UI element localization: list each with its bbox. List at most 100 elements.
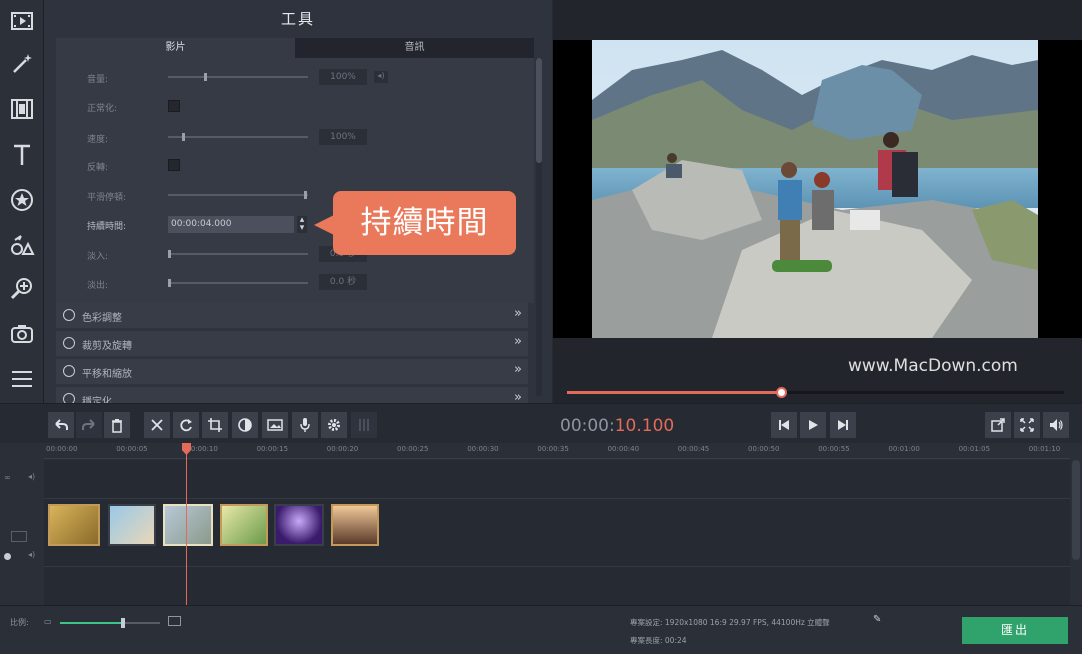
zoom-out-icon[interactable]: ▭ bbox=[44, 617, 52, 626]
project-length: 專案長度: 00:24 bbox=[630, 636, 687, 645]
timeline: ∞ ◂) ◂) 00:00:00 00:00:05 00:00:10 00:00:15… bbox=[0, 443, 1082, 605]
section-radio-icon bbox=[63, 309, 75, 321]
fade-in-slider-knob[interactable] bbox=[168, 250, 171, 258]
section-label: 裁剪及旋轉 bbox=[82, 341, 132, 352]
tab-video[interactable]: 影片 bbox=[56, 38, 295, 58]
zoom-slider-knob[interactable] bbox=[121, 618, 125, 628]
record-audio-button[interactable] bbox=[292, 412, 318, 438]
section-stabilize[interactable]: 穩定化 » bbox=[56, 387, 528, 403]
ripple-slider[interactable] bbox=[168, 191, 308, 199]
speed-slider[interactable] bbox=[168, 133, 308, 141]
text-icon[interactable] bbox=[3, 136, 41, 174]
timeline-clip[interactable] bbox=[48, 504, 100, 546]
ruler-tick-label: 00:00:40 bbox=[607, 445, 640, 453]
delete-button[interactable] bbox=[104, 412, 130, 438]
fullscreen-button[interactable] bbox=[1014, 412, 1040, 438]
zoom-slider[interactable] bbox=[60, 618, 160, 628]
section-color-adjust[interactable]: 色彩調整 » bbox=[56, 303, 528, 328]
play-icon bbox=[809, 420, 818, 430]
undo-button[interactable] bbox=[48, 412, 74, 438]
chevron-down-icon[interactable]: ▾ bbox=[297, 224, 307, 233]
ruler-tick-label: 00:00:20 bbox=[326, 445, 359, 453]
tab-bar: 影片 音訊 bbox=[56, 38, 534, 58]
speed-slider-knob[interactable] bbox=[182, 133, 185, 141]
play-button[interactable] bbox=[800, 412, 826, 438]
double-chevron-icon: » bbox=[514, 334, 522, 349]
cut-button[interactable] bbox=[144, 412, 170, 438]
fade-out-value[interactable]: 0.0 秒 bbox=[319, 274, 367, 290]
menu-icon[interactable] bbox=[3, 360, 41, 398]
fade-out-slider-knob[interactable] bbox=[168, 279, 171, 287]
double-chevron-icon: » bbox=[514, 362, 522, 377]
panel-scrollbar[interactable] bbox=[536, 58, 542, 396]
camera-icon[interactable] bbox=[3, 315, 41, 353]
duration-label: 持續時間: bbox=[87, 222, 127, 232]
redo-button[interactable] bbox=[76, 412, 102, 438]
magic-wand-icon[interactable] bbox=[3, 45, 41, 83]
timeline-clip[interactable] bbox=[108, 504, 156, 546]
pencil-icon[interactable]: ✎ bbox=[873, 614, 881, 625]
bottom-bar: 比例: ▭ 專案設定: 1920x1080 16:9 29.97 FPS, 44… bbox=[0, 605, 1082, 654]
preview-area: www.MacDown.com bbox=[553, 0, 1082, 403]
speed-value[interactable]: 100% bbox=[319, 129, 367, 145]
link-icon[interactable]: ∞ bbox=[4, 473, 11, 482]
video-track-icon[interactable] bbox=[11, 531, 27, 542]
fade-in-slider[interactable] bbox=[168, 250, 308, 258]
track-mute-icon[interactable]: ◂) bbox=[28, 550, 35, 559]
zoom-in-icon[interactable] bbox=[168, 616, 181, 626]
reverse-checkbox[interactable] bbox=[168, 159, 180, 171]
track-speaker-icon[interactable]: ◂) bbox=[28, 472, 35, 481]
track-separator bbox=[44, 498, 1070, 499]
color-adjust-button[interactable] bbox=[232, 412, 258, 438]
fullscreen-icon bbox=[1020, 418, 1034, 432]
tab-audio[interactable]: 音訊 bbox=[295, 38, 534, 58]
timeline-clip[interactable] bbox=[331, 504, 379, 546]
volume-button[interactable] bbox=[1043, 412, 1069, 438]
ruler-tick-label: 00:00:10 bbox=[186, 445, 218, 453]
settings-button[interactable] bbox=[321, 412, 347, 438]
image-button[interactable] bbox=[262, 412, 288, 438]
import-media-icon[interactable] bbox=[3, 2, 41, 40]
volume-label: 音量: bbox=[87, 75, 109, 85]
preview-player[interactable]: www.MacDown.com bbox=[553, 40, 1082, 376]
duration-field[interactable]: 00:00:04.000 bbox=[168, 216, 294, 233]
section-pan-zoom[interactable]: 平移和縮放 » bbox=[56, 359, 528, 384]
next-frame-button[interactable] bbox=[830, 412, 856, 438]
export-button[interactable]: 匯出 bbox=[962, 617, 1068, 644]
skip-back-icon bbox=[779, 420, 789, 430]
volume-value[interactable]: 100% bbox=[319, 69, 367, 85]
timeline-clip[interactable] bbox=[274, 504, 324, 546]
playhead[interactable] bbox=[186, 443, 187, 605]
sticker-icon[interactable] bbox=[3, 181, 41, 219]
speaker-icon bbox=[1050, 419, 1063, 431]
section-label: 平移和縮放 bbox=[82, 369, 132, 380]
timeline-ruler[interactable]: 00:00:00 00:00:05 00:00:10 00:00:15 00:00:20… bbox=[44, 443, 1070, 459]
preview-scrubber[interactable] bbox=[567, 387, 1064, 398]
section-crop-rotate[interactable]: 裁剪及旋轉 » bbox=[56, 331, 528, 356]
equalizer-button[interactable] bbox=[351, 412, 377, 438]
duration-stepper[interactable]: ▴ ▾ bbox=[297, 216, 307, 233]
timeline-clip[interactable] bbox=[220, 504, 268, 546]
double-chevron-icon: » bbox=[514, 306, 522, 321]
transitions-icon[interactable] bbox=[3, 226, 41, 264]
volume-slider[interactable] bbox=[168, 73, 308, 81]
fade-out-label: 淡出: bbox=[87, 281, 109, 291]
track-visibility-icon[interactable] bbox=[4, 553, 11, 560]
timeline-scrollbar[interactable] bbox=[1072, 460, 1080, 560]
timeline-clip-selected[interactable] bbox=[163, 504, 213, 546]
panel-scrollbar-thumb[interactable] bbox=[536, 58, 542, 163]
previous-frame-button[interactable] bbox=[771, 412, 797, 438]
zoom-icon[interactable] bbox=[3, 270, 41, 308]
normalize-checkbox[interactable] bbox=[168, 100, 180, 112]
speaker-icon[interactable]: ◂) bbox=[374, 71, 388, 83]
fade-out-slider[interactable] bbox=[168, 279, 308, 287]
crop-button[interactable] bbox=[202, 412, 228, 438]
image-icon bbox=[267, 419, 283, 431]
timecode-display: 00:00:10.100 bbox=[560, 416, 674, 436]
scrubber-knob[interactable] bbox=[776, 387, 787, 398]
volume-slider-knob[interactable] bbox=[204, 73, 207, 81]
rotate-button[interactable] bbox=[173, 412, 199, 438]
ripple-slider-knob[interactable] bbox=[304, 191, 307, 199]
detach-preview-button[interactable] bbox=[985, 412, 1011, 438]
filmstrip-icon[interactable] bbox=[3, 90, 41, 128]
